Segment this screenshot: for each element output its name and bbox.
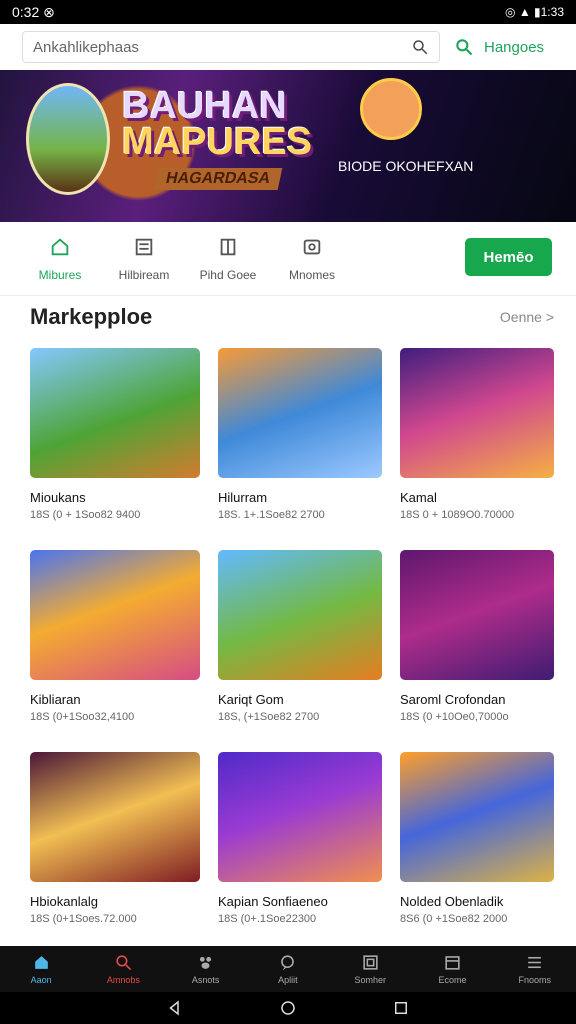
status-icons: ◎ ▲ ▮1:33 bbox=[505, 5, 564, 19]
section-title: Markepploe bbox=[30, 304, 153, 329]
menu-icon bbox=[528, 956, 542, 969]
nav-apps[interactable]: Apliit bbox=[247, 946, 329, 992]
calendar-icon bbox=[445, 956, 460, 970]
tab-mibures[interactable]: Mibures bbox=[24, 229, 96, 289]
search-icon bbox=[116, 955, 132, 971]
camera-icon bbox=[303, 239, 321, 254]
tab-mnomes[interactable]: Mnomes bbox=[276, 229, 348, 289]
game-thumbnail bbox=[400, 348, 554, 478]
chat-icon bbox=[281, 955, 295, 971]
game-thumbnail bbox=[218, 348, 382, 478]
hangoes-link[interactable]: Hangoes bbox=[454, 37, 544, 57]
game-thumbnail bbox=[30, 348, 200, 478]
nav-search[interactable]: Amnobs bbox=[82, 946, 164, 992]
game-card[interactable]: Kapian Sonfiaeneo 18S (0+.1Soe22300 bbox=[218, 752, 382, 930]
bottom-navigation: Aaon Amnobs Asnots Apliit Somher Ecome F… bbox=[0, 946, 576, 992]
game-card[interactable]: Kibliaran 18S (0+1Soo32,4100 bbox=[30, 550, 200, 728]
banner-character-art bbox=[26, 83, 110, 195]
game-card[interactable]: Hilurram 18S. 1+.1Soe82 2700 bbox=[218, 348, 382, 526]
game-thumbnail bbox=[218, 550, 382, 680]
game-thumbnail bbox=[30, 550, 200, 680]
nav-assets[interactable]: Asnots bbox=[165, 946, 247, 992]
game-card[interactable]: Kamal 18S 0 + 1089O0.70000 bbox=[400, 348, 554, 526]
nav-ecome[interactable]: Ecome bbox=[411, 946, 493, 992]
game-card[interactable]: Mioukans 18S (0 + 1Soo82 9400 bbox=[30, 348, 200, 526]
game-thumbnail bbox=[400, 550, 554, 680]
banner-subtitle: HAGARDASA bbox=[153, 168, 283, 190]
banner-right-text: BIODE OKOHEFXAN bbox=[338, 158, 474, 174]
search-placeholder: Ankahlikephaas bbox=[33, 38, 139, 56]
search-row: Ankahlikephaas Hangoes bbox=[0, 24, 576, 70]
nav-home[interactable]: Aaon bbox=[0, 946, 82, 992]
nav-settings[interactable]: Somher bbox=[329, 946, 411, 992]
game-thumbnail bbox=[218, 752, 382, 882]
window-icon bbox=[363, 955, 378, 970]
banner-title: BAUHAN MAPURES bbox=[122, 85, 313, 163]
game-thumbnail bbox=[30, 752, 200, 882]
system-navigation-bar bbox=[0, 992, 576, 1024]
book-icon bbox=[220, 238, 236, 255]
game-card[interactable]: Nolded Obenladik 8S6 (0 +1Soe82 2000 bbox=[400, 752, 554, 930]
hero-banner[interactable]: BAUHAN MAPURES HAGARDASA BIODE OKOHEFXAN bbox=[0, 70, 576, 222]
home-button[interactable]: Hemēo bbox=[465, 238, 552, 276]
status-bar: 0:32 ⊗ ◎ ▲ ▮1:33 bbox=[0, 0, 576, 24]
game-card[interactable]: Saroml Crofondan 18S (0 +10Oe0,7000o bbox=[400, 550, 554, 728]
back-icon[interactable] bbox=[166, 999, 184, 1017]
time-text: 0:32 ⊗ bbox=[12, 3, 55, 20]
tab-bar: Mibures Hilbiream Pihd Goee Mnomes Hemēo bbox=[0, 222, 576, 296]
home-icon bbox=[34, 956, 48, 969]
search-icon bbox=[413, 40, 428, 55]
home-circle-icon[interactable] bbox=[279, 999, 297, 1017]
see-more-link[interactable]: Oenne > bbox=[500, 309, 554, 325]
tab-hilbiream[interactable]: Hilbiream bbox=[108, 229, 180, 289]
search-icon bbox=[456, 39, 473, 56]
game-thumbnail bbox=[400, 752, 554, 882]
home-icon bbox=[51, 237, 69, 255]
recent-apps-icon[interactable] bbox=[392, 999, 410, 1017]
section-header: Markepploe Oenne > bbox=[30, 296, 554, 338]
paw-icon bbox=[200, 956, 212, 969]
game-card[interactable]: Hbiokanlalg 18S (0+1Soes.72.000 bbox=[30, 752, 200, 930]
list-icon bbox=[135, 238, 153, 255]
hangoes-label: Hangoes bbox=[484, 38, 545, 56]
tab-pihd-goee[interactable]: Pihd Goee bbox=[192, 229, 264, 289]
game-card[interactable]: Kariqt Gom 18S, (+1Soe82 2700 bbox=[218, 550, 382, 728]
banner-avatar bbox=[360, 78, 422, 140]
game-grid: Mioukans 18S (0 + 1Soo82 9400 Hilurram 18S… bbox=[30, 348, 556, 938]
nav-menu[interactable]: Fnooms bbox=[494, 946, 576, 992]
search-input[interactable]: Ankahlikephaas bbox=[22, 31, 440, 63]
